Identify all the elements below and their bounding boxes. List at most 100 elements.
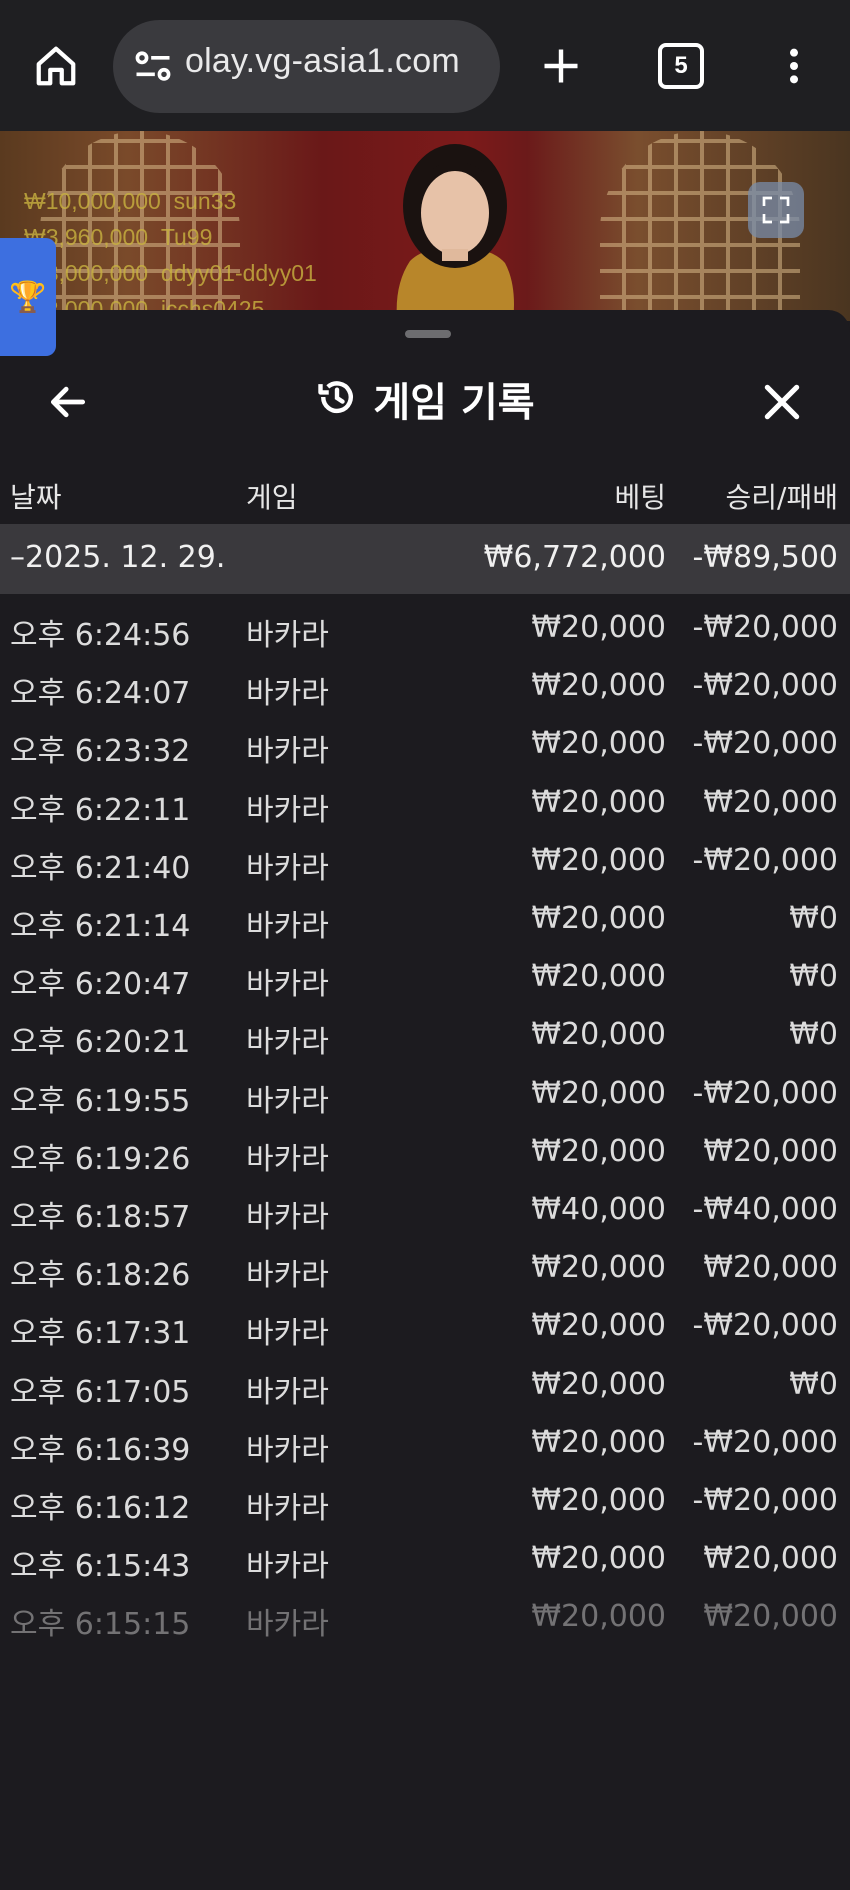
row-time: 오후 6:16:39 <box>10 1432 191 1468</box>
header-result: 승리/패배 <box>725 481 838 514</box>
site-settings-icon[interactable] <box>131 45 175 89</box>
summary-bet: ₩6,772,000 <box>483 540 666 575</box>
row-game: 바카라 <box>246 967 329 1003</box>
winner-entry: ₩3,960,000 Tu99 <box>24 224 213 250</box>
row-game: 바카라 <box>246 618 329 653</box>
expand-icon[interactable] <box>748 182 804 238</box>
row-time: 오후 6:20:21 <box>10 1025 191 1061</box>
row-time: 오후 6:17:05 <box>10 1374 191 1410</box>
header-bet: 베팅 <box>614 481 666 514</box>
row-result: ₩0 <box>789 1017 838 1053</box>
row-bet: ₩20,000 <box>531 1250 666 1286</box>
row-game: 바카라 <box>246 1200 329 1235</box>
row-bet: ₩20,000 <box>531 1424 666 1460</box>
row-bet: ₩20,000 <box>531 1541 666 1577</box>
row-game: 바카라 <box>246 792 329 828</box>
row-game: 바카라 <box>246 1607 329 1643</box>
row-game: 바카라 <box>246 1374 329 1410</box>
row-result: -₩40,000 <box>692 1192 838 1227</box>
row-game: 바카라 <box>246 1025 329 1061</box>
row-bet: ₩20,000 <box>531 1599 666 1635</box>
row-time: 오후 6:23:32 <box>10 734 191 770</box>
history-icon <box>315 375 359 423</box>
row-result: -₩20,000 <box>692 1075 838 1111</box>
address-bar[interactable]: olay.vg-asia1.com <box>113 20 500 113</box>
date-summary-row[interactable]: –2025. 12. 29. ₩6,772,000 -₩89,500 <box>0 524 850 594</box>
history-row[interactable]: 오후 6:15:15 바카라 ₩20,000 ₩20,000 <box>0 1585 850 1655</box>
row-game: 바카라 <box>246 1491 329 1526</box>
row-game: 바카라 <box>246 734 329 770</box>
row-game: 바카라 <box>246 676 329 712</box>
row-time: 오후 6:21:40 <box>10 850 191 886</box>
winner-entry: ₩3,000,000 ddyy01-ddyy01 <box>24 260 317 286</box>
new-tab-icon[interactable] <box>525 30 597 102</box>
sheet-header: 게임 기록 <box>0 350 850 450</box>
row-bet: ₩20,000 <box>531 610 666 645</box>
row-result: ₩0 <box>789 1366 838 1402</box>
row-game: 바카라 <box>246 1432 329 1468</box>
row-bet: ₩20,000 <box>531 726 666 762</box>
row-time: 오후 6:21:14 <box>10 909 191 944</box>
row-game: 바카라 <box>246 909 329 944</box>
more-vert-icon[interactable] <box>758 30 830 102</box>
row-bet: ₩20,000 <box>531 959 666 995</box>
header-date: 날짜 <box>10 481 62 514</box>
close-icon[interactable] <box>754 374 810 430</box>
row-result: ₩20,000 <box>703 1541 838 1577</box>
summary-date: –2025. 12. 29. <box>10 540 226 575</box>
row-time: 오후 6:22:11 <box>10 792 191 828</box>
row-bet: ₩20,000 <box>531 1075 666 1111</box>
row-result: -₩20,000 <box>692 1424 838 1460</box>
row-bet: ₩20,000 <box>531 668 666 704</box>
row-game: 바카라 <box>246 1083 329 1119</box>
row-result: ₩20,000 <box>703 1599 838 1635</box>
row-time: 오후 6:18:26 <box>10 1258 191 1294</box>
winner-entry: ₩10,000,000 sun33 <box>24 188 237 214</box>
row-result: -₩20,000 <box>692 842 838 878</box>
row-time: 오후 6:18:57 <box>10 1200 191 1235</box>
header-game: 게임 <box>246 481 298 514</box>
row-bet: ₩40,000 <box>531 1192 666 1227</box>
row-bet: ₩20,000 <box>531 1017 666 1053</box>
row-time: 오후 6:19:26 <box>10 1141 191 1177</box>
row-result: ₩20,000 <box>703 1250 838 1286</box>
row-result: -₩20,000 <box>692 668 838 704</box>
summary-result: -₩89,500 <box>692 540 838 575</box>
tab-switcher-icon[interactable]: 5 <box>645 30 717 102</box>
row-bet: ₩20,000 <box>531 784 666 820</box>
row-bet: ₩20,000 <box>531 842 666 878</box>
drag-handle[interactable] <box>405 330 451 338</box>
browser-toolbar: olay.vg-asia1.com 5 <box>0 0 850 131</box>
row-time: 오후 6:24:07 <box>10 676 191 712</box>
table-header: 날짜 게임 베팅 승리/패배 <box>0 460 850 530</box>
row-game: 바카라 <box>246 1258 329 1294</box>
row-result: -₩20,000 <box>692 1483 838 1518</box>
game-history-sheet: 게임 기록 날짜 게임 베팅 승리/패배 –2025. 12. 29. ₩6,7… <box>0 310 850 1890</box>
winners-ticker: ₩10,000,000 sun33 ₩3,960,000 Tu99 ₩3,000… <box>24 183 317 321</box>
row-time: 오후 6:15:43 <box>10 1549 191 1585</box>
row-game: 바카라 <box>246 850 329 886</box>
dealer-image <box>396 144 514 321</box>
row-bet: ₩20,000 <box>531 1308 666 1344</box>
sheet-title-group: 게임 기록 <box>0 370 850 428</box>
row-time: 오후 6:20:47 <box>10 967 191 1003</box>
row-result: ₩0 <box>789 901 838 936</box>
row-time: 오후 6:15:15 <box>10 1607 191 1643</box>
row-result: ₩20,000 <box>703 1133 838 1169</box>
url-text[interactable]: olay.vg-asia1.com <box>185 42 460 81</box>
row-result: -₩20,000 <box>692 610 838 645</box>
row-bet: ₩20,000 <box>531 901 666 936</box>
home-icon[interactable] <box>20 30 92 102</box>
live-video[interactable]: ₩10,000,000 sun33 ₩3,960,000 Tu99 ₩3,000… <box>0 131 850 321</box>
row-result: -₩20,000 <box>692 726 838 762</box>
row-time: 오후 6:19:55 <box>10 1083 191 1119</box>
row-result: ₩0 <box>789 959 838 995</box>
row-game: 바카라 <box>246 1141 329 1177</box>
trophy-icon[interactable]: 🏆 <box>0 238 56 356</box>
row-bet: ₩20,000 <box>531 1133 666 1169</box>
row-time: 오후 6:17:31 <box>10 1316 191 1352</box>
row-bet: ₩20,000 <box>531 1483 666 1518</box>
tab-count: 5 <box>658 43 704 89</box>
row-result: ₩20,000 <box>703 784 838 820</box>
sheet-title: 게임 기록 <box>373 380 535 426</box>
